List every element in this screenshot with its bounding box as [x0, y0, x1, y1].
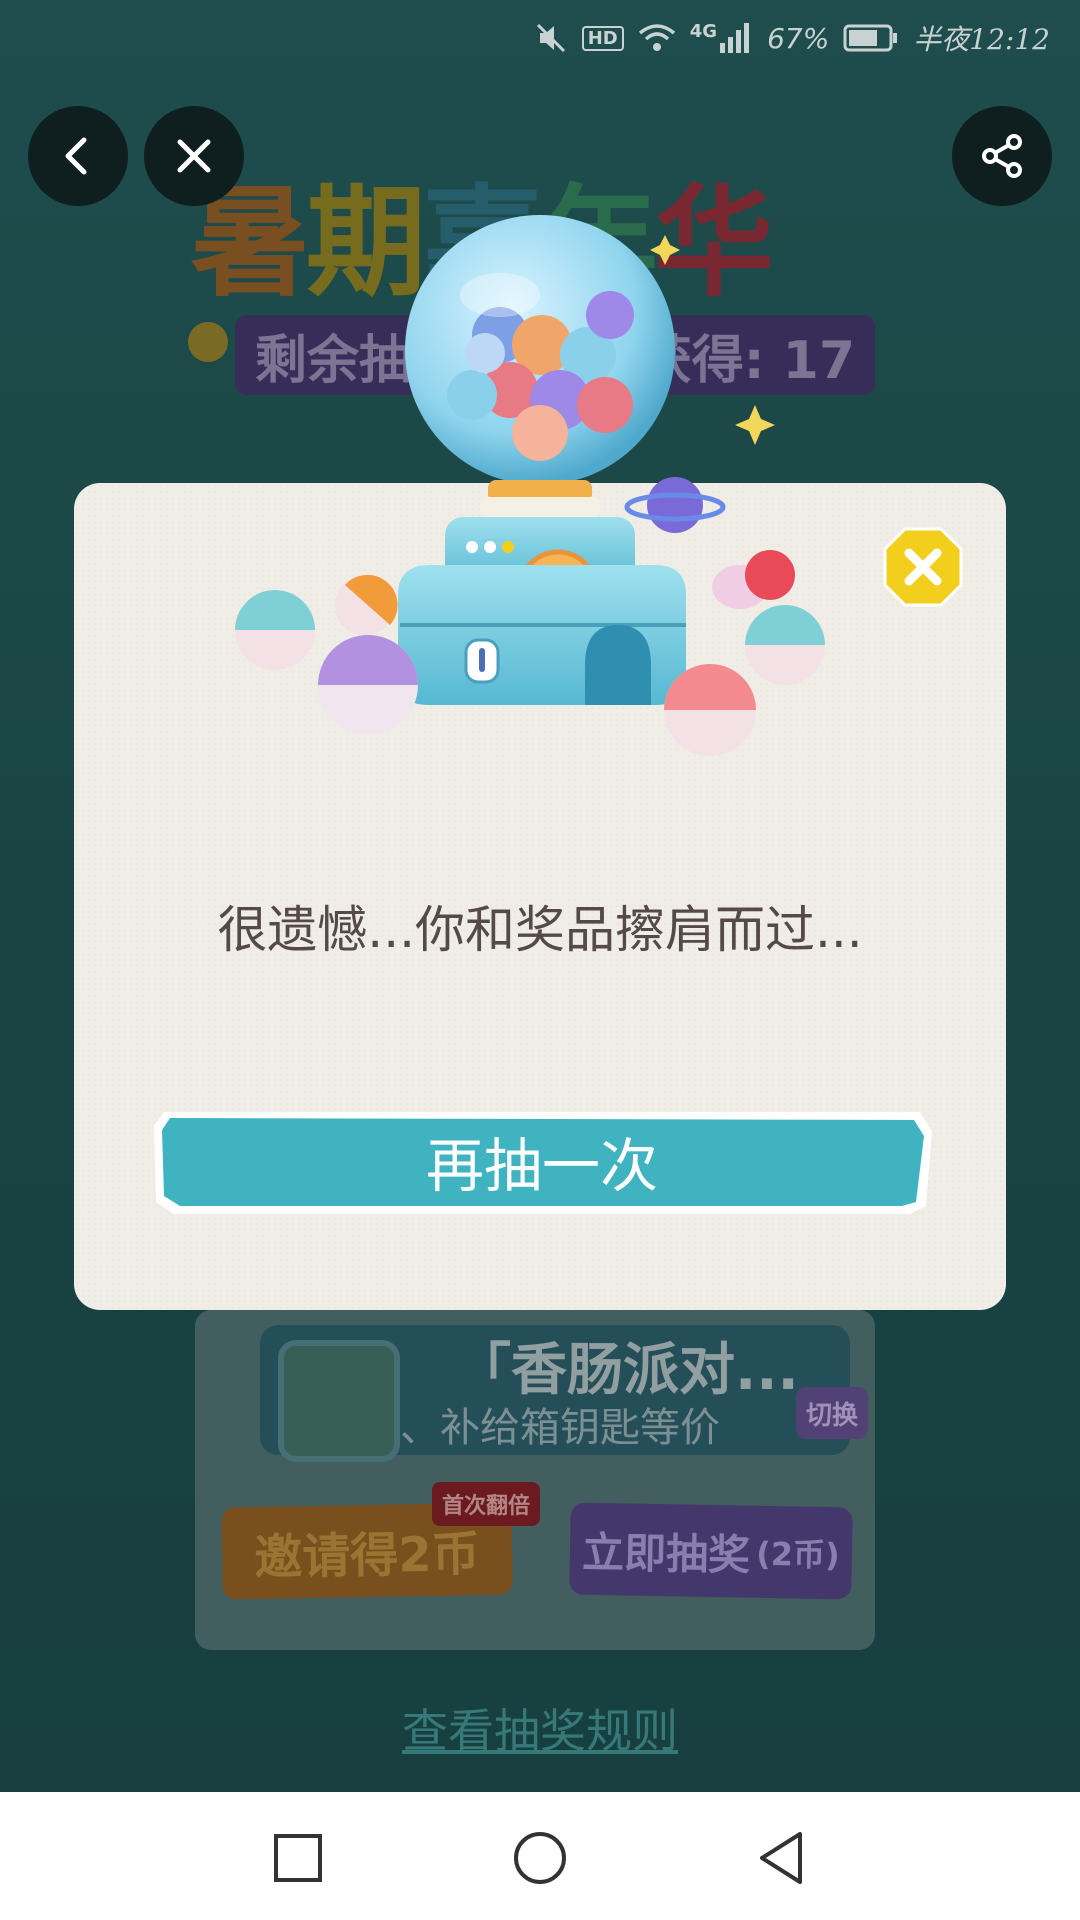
- close-icon: [177, 139, 211, 173]
- nav-back-button[interactable]: [754, 1830, 810, 1886]
- wifi-icon: [638, 24, 675, 51]
- signal-icon: [720, 23, 750, 53]
- back-button[interactable]: [28, 106, 128, 206]
- square-icon: [274, 1834, 322, 1882]
- draw-again-button[interactable]: 再抽一次: [150, 1106, 934, 1216]
- dialog-close-button[interactable]: [883, 527, 963, 607]
- gashapon-machine-illustration: [235, 215, 825, 756]
- circle-icon: [514, 1832, 566, 1884]
- back-arrow-icon: [65, 137, 87, 175]
- battery-percent: 67%: [767, 21, 830, 55]
- status-bar: HD 4G 67% 半夜12:12: [0, 0, 1080, 80]
- hd-badge: HD: [581, 25, 624, 51]
- draw-again-label: 再抽一次: [425, 1132, 658, 1200]
- battery-icon: [843, 24, 898, 52]
- share-button[interactable]: [952, 106, 1052, 206]
- network-label: 4G: [689, 20, 718, 42]
- home-button[interactable]: [512, 1830, 568, 1886]
- mute-icon: [536, 23, 565, 53]
- share-icon: [982, 134, 1022, 178]
- triangle-back-icon: [760, 1832, 802, 1884]
- recent-apps-button[interactable]: [270, 1830, 326, 1886]
- clock: 半夜12:12: [913, 23, 1050, 56]
- result-message: 很遗憾...你和奖品擦肩而过...: [217, 901, 863, 959]
- close-button[interactable]: [144, 106, 244, 206]
